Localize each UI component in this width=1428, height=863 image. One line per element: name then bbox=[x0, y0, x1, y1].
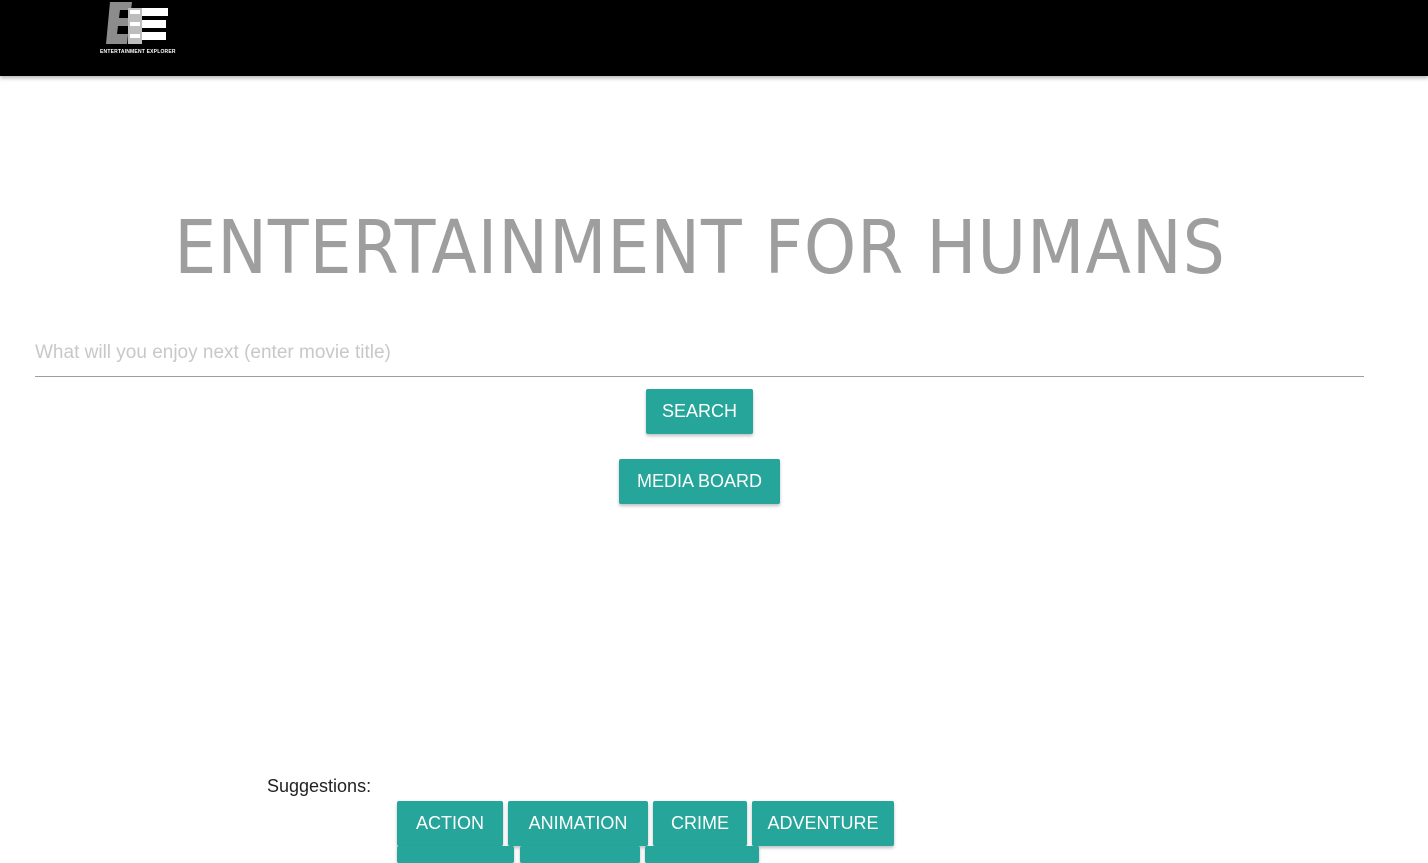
media-board-button[interactable]: MEDIA BOARD bbox=[619, 459, 780, 504]
logo-ee-icon bbox=[106, 2, 168, 44]
movie-search-input[interactable] bbox=[35, 330, 1364, 377]
suggestion-button[interactable] bbox=[645, 846, 759, 863]
logo-text: ENTERTAINMENT EXPLORER bbox=[100, 49, 176, 55]
suggestion-button[interactable] bbox=[520, 846, 640, 863]
suggestion-crime-button[interactable]: CRIME bbox=[653, 801, 747, 846]
suggestion-adventure-button[interactable]: ADVENTURE bbox=[752, 801, 894, 846]
page-title: ENTERTAINMENT FOR HUMANS bbox=[174, 205, 1226, 291]
suggestion-animation-button[interactable]: ANIMATION bbox=[508, 801, 648, 846]
suggestion-action-button[interactable]: ACTION bbox=[397, 801, 503, 846]
top-navbar: ENTERTAINMENT EXPLORER bbox=[0, 0, 1428, 76]
entertainment-explorer-logo[interactable]: ENTERTAINMENT EXPLORER bbox=[100, 2, 180, 58]
suggestion-button[interactable] bbox=[397, 846, 514, 863]
search-button[interactable]: SEARCH bbox=[646, 389, 753, 434]
suggestions-label: Suggestions: bbox=[267, 776, 372, 796]
